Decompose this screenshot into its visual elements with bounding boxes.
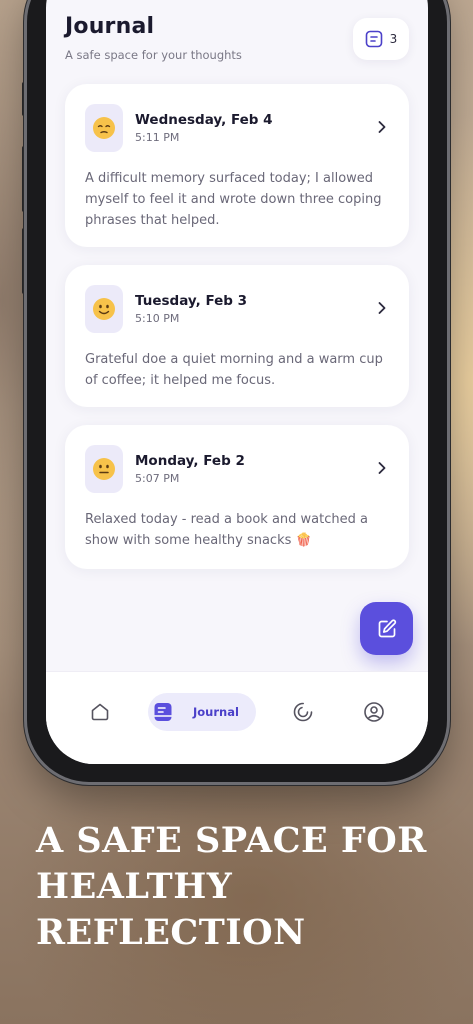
entry-text: Relaxed today - read a book and watched … [85, 512, 368, 548]
nav-home[interactable] [84, 693, 116, 731]
entry-count-badge[interactable]: 3 [353, 18, 409, 60]
chevron-right-icon[interactable] [377, 461, 387, 475]
nav-journal-label: Journal [193, 705, 239, 719]
promo-line: A SAFE SPACE FOR [36, 820, 427, 861]
new-entry-button[interactable] [360, 602, 413, 655]
journal-entry-card[interactable]: Tuesday, Feb 3 5:10 PM Grateful doe a qu… [65, 265, 409, 407]
bottom-nav: Journal [46, 671, 428, 764]
page-header: Journal A safe space for your thoughts [65, 14, 242, 62]
mood-neutral-icon [93, 458, 115, 480]
journal-icon [154, 703, 172, 721]
profile-icon [364, 702, 384, 722]
entry-time: 5:11 PM [135, 131, 180, 144]
entry-time: 5:07 PM [135, 472, 180, 485]
entry-date: Tuesday, Feb 3 [135, 293, 248, 309]
entry-date: Monday, Feb 2 [135, 453, 245, 469]
mood-badge [85, 445, 123, 493]
app-screen: Journal A safe space for your thoughts 3… [46, 0, 428, 764]
entry-text: A difficult memory surfaced today; I all… [85, 171, 382, 228]
mood-relieved-icon [93, 117, 115, 139]
nav-journal[interactable]: Journal [148, 693, 256, 731]
journal-entry-card[interactable]: Monday, Feb 2 5:07 PM Relaxed today - re… [65, 425, 409, 569]
journal-entry-card[interactable]: Wednesday, Feb 4 5:11 PM A difficult mem… [65, 84, 409, 247]
entry-date: Wednesday, Feb 4 [135, 112, 273, 128]
progress-icon [293, 702, 313, 722]
chevron-right-icon[interactable] [377, 301, 387, 315]
journal-icon [365, 30, 382, 48]
page-title: Journal [65, 14, 155, 39]
page-subtitle: A safe space for your thoughts [65, 48, 242, 62]
chevron-right-icon[interactable] [377, 120, 387, 134]
entry-count: 3 [389, 32, 398, 46]
nav-progress[interactable] [287, 693, 319, 731]
entry-time: 5:10 PM [135, 312, 180, 325]
promo-line: REFLECTION [36, 912, 306, 953]
home-icon [91, 703, 109, 721]
nav-profile[interactable] [358, 693, 390, 731]
mood-slight-smile-icon [93, 298, 115, 320]
promo-headline: A SAFE SPACE FOR HEALTHY REFLECTION [36, 818, 456, 956]
entry-text: Grateful doe a quiet morning and a warm … [85, 352, 383, 388]
promo-line: HEALTHY [36, 866, 233, 907]
mood-badge [85, 285, 123, 333]
mood-badge [85, 104, 123, 152]
edit-icon [378, 618, 396, 637]
